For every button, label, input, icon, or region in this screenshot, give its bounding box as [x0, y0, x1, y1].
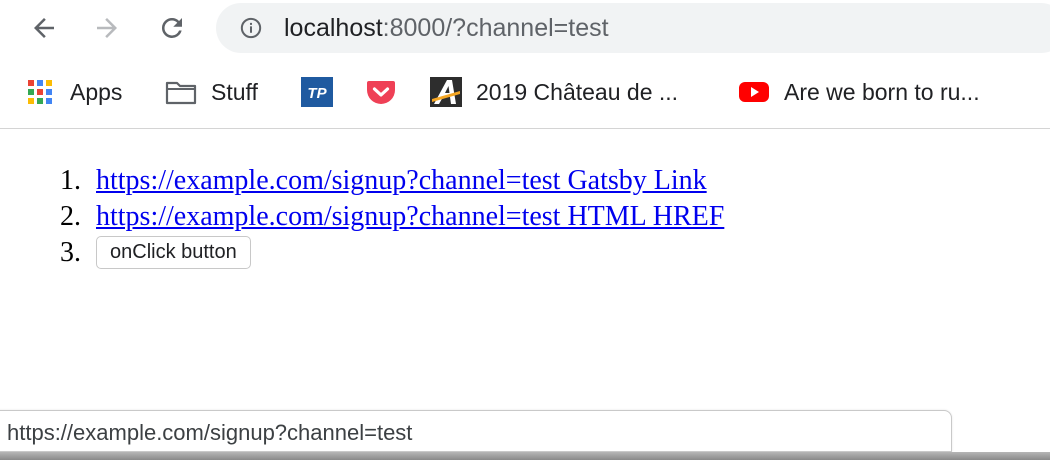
bookmark-apps[interactable]: Apps: [24, 76, 122, 108]
status-url: https://example.com/signup?channel=test: [7, 420, 413, 445]
address-bar[interactable]: localhost:8000/?channel=test: [216, 3, 1050, 53]
forward-button[interactable]: [89, 10, 125, 46]
status-bubble: https://example.com/signup?channel=test: [0, 410, 952, 452]
address-url[interactable]: localhost:8000/?channel=test: [284, 14, 609, 42]
list-number: 3.: [60, 237, 81, 268]
back-button[interactable]: [26, 10, 62, 46]
link-list: 1. https://example.com/signup?channel=tes…: [60, 163, 724, 271]
window-bottom-edge: [0, 452, 1050, 460]
pocket-icon: [365, 76, 397, 108]
bookmark-pocket[interactable]: [365, 76, 411, 108]
reload-button[interactable]: [154, 10, 190, 46]
a-logo-icon: [430, 76, 462, 108]
onclick-button[interactable]: onClick button: [96, 236, 251, 269]
list-number: 2.: [60, 201, 81, 232]
bookmark-tp[interactable]: TP: [301, 76, 347, 108]
bookmark-youtube[interactable]: Are we born to ru...: [738, 76, 980, 108]
back-arrow-icon: [34, 18, 54, 38]
youtube-icon: [738, 76, 770, 108]
page-content: 1. https://example.com/signup?channel=tes…: [0, 129, 1050, 409]
gatsby-link[interactable]: https://example.com/signup?channel=test …: [96, 165, 707, 196]
tp-logo-icon: TP: [301, 76, 333, 108]
bookmark-label: 2019 Château de ...: [476, 78, 679, 105]
list-item: 1. https://example.com/signup?channel=tes…: [60, 163, 724, 199]
list-item: 2. https://example.com/signup?channel=tes…: [60, 199, 724, 235]
forward-arrow-icon: [97, 18, 117, 38]
bookmarks-bar: Apps Stuff TP 2019 Château de ... Are we…: [0, 58, 1050, 129]
bookmark-label: Apps: [70, 78, 123, 105]
tp-logo-text: TP: [307, 85, 327, 102]
html-href-link[interactable]: https://example.com/signup?channel=test …: [96, 201, 724, 232]
reload-icon: [161, 17, 182, 38]
bookmark-chateau[interactable]: 2019 Château de ...: [430, 76, 678, 108]
bookmark-stuff[interactable]: Stuff: [165, 76, 258, 108]
info-icon[interactable]: [240, 17, 262, 39]
url-host: localhost: [284, 14, 383, 42]
url-path: :8000/?channel=test: [382, 14, 609, 42]
list-item: 3. onClick button: [60, 235, 724, 271]
list-number: 1.: [60, 165, 81, 196]
apps-grid-icon: [24, 76, 56, 108]
bookmark-label: Stuff: [211, 78, 258, 105]
bookmark-label: Are we born to ru...: [784, 78, 980, 105]
folder-icon: [165, 76, 197, 108]
browser-toolbar: localhost:8000/?channel=test: [0, 0, 1050, 58]
